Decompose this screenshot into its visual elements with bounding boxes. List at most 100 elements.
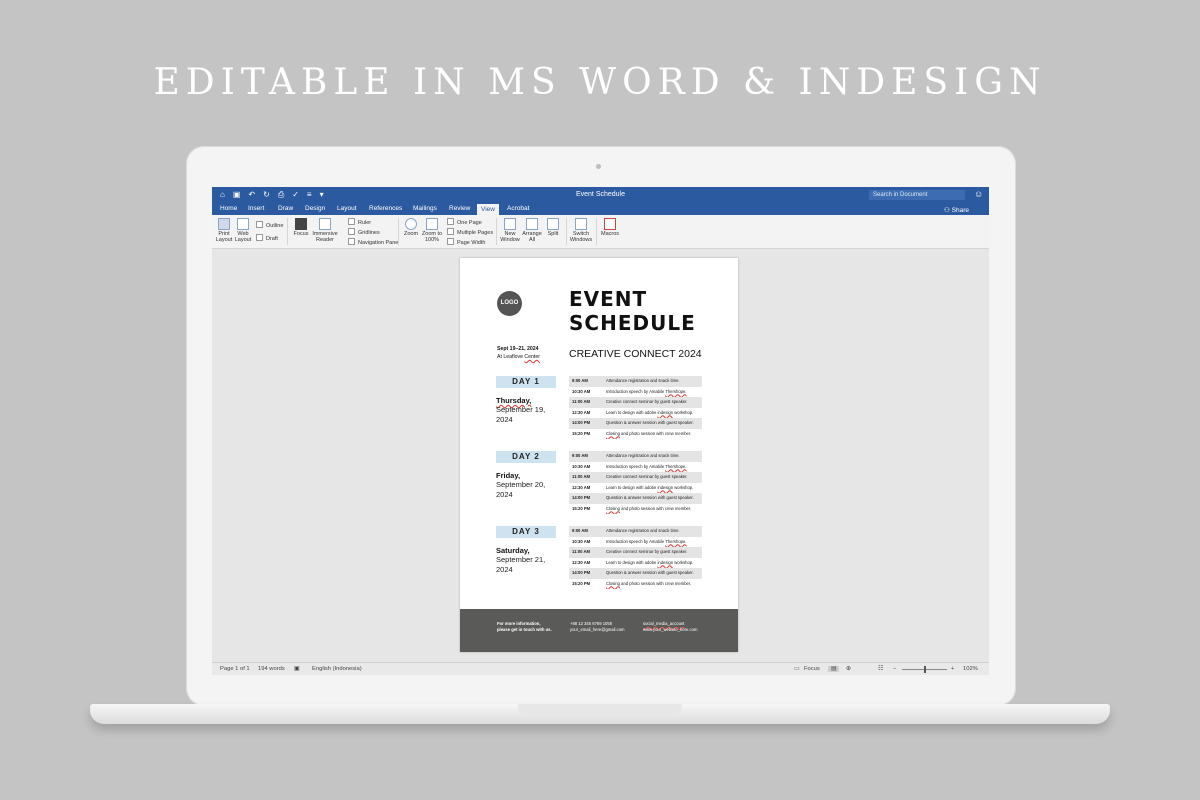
schedule-time: 11:00 AM xyxy=(572,399,590,404)
page-width-button[interactable]: Page Width xyxy=(447,238,485,246)
switch-windows-icon xyxy=(575,218,587,230)
zoom-out-icon[interactable]: − xyxy=(893,666,896,672)
document-footer: For more information, please get in touc… xyxy=(460,609,738,652)
schedule-desc: Creative connect seminar by guest speake… xyxy=(606,399,688,404)
schedule-desc: Question & answer session with guest spe… xyxy=(606,495,694,500)
print-layout-view-icon[interactable]: ▤ xyxy=(828,666,840,672)
web-layout-icon xyxy=(237,218,249,230)
zoom-label: Zoom xyxy=(403,231,419,237)
schedule-desc: Introduction speech by Amabile Thershope… xyxy=(606,388,687,394)
laptop-notch xyxy=(518,704,682,715)
navigation-pane-checkbox[interactable]: Navigation Pane xyxy=(348,238,398,246)
tab-review[interactable]: Review xyxy=(449,205,470,212)
schedule-time: 12:30 AM xyxy=(572,559,591,565)
web-layout-view-icon[interactable]: ⊕ xyxy=(846,666,851,672)
one-page-button[interactable]: One Page xyxy=(447,218,482,226)
tab-mailings[interactable]: Mailings xyxy=(413,205,437,212)
language[interactable]: English (Indonesia) xyxy=(312,666,362,672)
ribbon-divider xyxy=(287,218,288,245)
tab-references[interactable]: References xyxy=(369,205,402,212)
tab-view[interactable]: View xyxy=(477,204,499,215)
gridlines-checkbox[interactable]: Gridlines xyxy=(348,228,380,236)
navigation-pane-label: Navigation Pane xyxy=(358,240,399,246)
schedule-desc: Question & answer session with guest spe… xyxy=(606,570,694,575)
print-layout-button[interactable]: Print Layout xyxy=(215,218,233,243)
event-title-line1: EVENT xyxy=(569,287,648,311)
zoom-button[interactable]: Zoom xyxy=(402,218,420,237)
ribbon: Print Layout Web Layout Outline Draft Fo… xyxy=(212,215,989,249)
account-icon[interactable]: ☺ xyxy=(974,189,983,199)
schedule-row: 12:30 AM Learn to design with adobe indes… xyxy=(569,483,702,494)
tab-home[interactable]: Home xyxy=(220,205,237,212)
ruler-checkbox[interactable]: Ruler xyxy=(348,218,371,226)
focus-mode-icon[interactable]: ▭ xyxy=(794,666,799,672)
schedule-desc: Question & answer session with guest spe… xyxy=(606,420,694,425)
footer-website: www.your_website_here.com xyxy=(643,626,698,632)
schedule-time: 9:00 AM xyxy=(572,528,588,533)
arrange-all-label: Arrange All xyxy=(522,231,542,243)
new-window-label: New Window xyxy=(500,231,520,243)
schedule-row: 14:00 PM Question & answer session with g… xyxy=(569,568,702,579)
schedule-desc: Creative connect seminar by guest speake… xyxy=(606,474,688,479)
schedule-row: 15:20 PM Closing and photo session with c… xyxy=(569,429,702,440)
tab-layout[interactable]: Layout xyxy=(337,205,357,212)
event-dates: Sept 19–21, 2024 At Leaflove Center xyxy=(497,345,540,361)
schedule-time: 15:20 PM xyxy=(572,430,591,436)
zoom-100-label: Zoom to 100% xyxy=(421,231,443,243)
focus-label: Focus xyxy=(293,231,309,237)
draft-button[interactable]: Draft xyxy=(256,234,278,242)
day-weekday: Friday, xyxy=(496,471,521,480)
document-page[interactable]: LOGO EVENT SCHEDULE CREATIVE CONNECT 202… xyxy=(460,258,738,652)
focus-button[interactable]: Focus xyxy=(292,218,310,237)
zoom-100-button[interactable]: Zoom to 100% xyxy=(421,218,443,243)
ribbon-divider xyxy=(398,218,399,245)
search-input[interactable]: Search in Document xyxy=(869,190,965,200)
ribbon-divider xyxy=(596,218,597,245)
schedule-row: 12:30 AM Learn to design with adobe indes… xyxy=(569,408,702,419)
tab-design[interactable]: Design xyxy=(305,205,325,212)
split-button[interactable]: Split xyxy=(544,218,562,237)
share-button[interactable]: ⚇ Share xyxy=(944,206,969,214)
proofing-icon[interactable]: ▣ xyxy=(294,666,299,672)
schedule-row: 11:00 AM Creative connect seminar by gues… xyxy=(569,397,702,408)
ribbon-divider xyxy=(566,218,567,245)
schedule-row: 11:00 AM Creative connect seminar by gues… xyxy=(569,472,702,483)
tab-insert[interactable]: Insert xyxy=(248,205,264,212)
event-title-line2: SCHEDULE xyxy=(569,311,696,335)
schedule-desc: Introduction speech by Amabile Thershope… xyxy=(606,538,687,544)
schedule-desc: Closing and photo session with crew memb… xyxy=(606,580,692,586)
multiple-pages-icon xyxy=(447,228,454,235)
outline-button[interactable]: Outline xyxy=(256,221,283,229)
schedule-time: 15:20 PM xyxy=(572,505,591,511)
document-canvas: LOGO EVENT SCHEDULE CREATIVE CONNECT 202… xyxy=(212,249,989,662)
tab-draw[interactable]: Draw xyxy=(278,205,293,212)
schedule-time: 9:00 AM xyxy=(572,378,588,383)
immersive-reader-button[interactable]: Immersive Reader xyxy=(311,218,339,243)
footer-info: For more information, please get in touc… xyxy=(497,621,552,632)
multiple-pages-button[interactable]: Multiple Pages xyxy=(447,228,493,236)
switch-windows-button[interactable]: Switch Windows xyxy=(569,218,593,243)
macros-button[interactable]: Macros xyxy=(599,218,621,237)
location: At Leaflove Center xyxy=(497,353,540,361)
schedule-time: 11:00 AM xyxy=(572,474,590,479)
page-count[interactable]: Page 1 of 1 xyxy=(220,666,250,672)
page-width-icon xyxy=(447,238,454,245)
zoom-level[interactable]: 102% xyxy=(963,666,978,672)
word-count[interactable]: 194 words xyxy=(258,666,285,672)
schedule-row: 10:30 AM Introduction speech by Amabile T… xyxy=(569,537,702,548)
new-window-button[interactable]: New Window xyxy=(500,218,520,243)
schedule-row: 9:00 AM Attendance registration and snack… xyxy=(569,376,702,387)
schedule-desc: Creative connect seminar by guest speake… xyxy=(606,549,688,554)
print-layout-label: Print Layout xyxy=(215,231,233,243)
zoom-slider-handle[interactable] xyxy=(924,666,926,673)
tab-acrobat[interactable]: Acrobat xyxy=(507,205,529,212)
schedule-time: 10:30 AM xyxy=(572,388,591,394)
schedule-desc: Closing and photo session with crew memb… xyxy=(606,430,692,436)
zoom-in-icon[interactable]: + xyxy=(951,666,954,672)
schedule-desc: Learn to design with adobe indesign work… xyxy=(606,409,694,415)
split-label: Split xyxy=(547,231,559,237)
status-focus[interactable]: Focus xyxy=(804,666,820,672)
web-layout-button[interactable]: Web Layout xyxy=(234,218,252,243)
read-mode-icon[interactable]: ☷ xyxy=(878,666,883,672)
arrange-all-button[interactable]: Arrange All xyxy=(522,218,542,243)
